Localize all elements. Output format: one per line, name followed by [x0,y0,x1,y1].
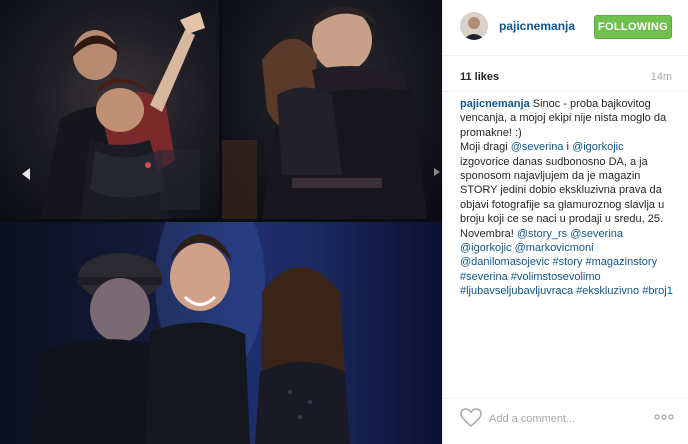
hashtag-link[interactable]: #ljubavseljubavljuvraca [460,285,573,297]
photo-pane-dancers [0,0,219,219]
prev-arrow-icon[interactable] [14,162,38,186]
post-time: 14m [650,71,672,83]
mention-link[interactable]: @severina [511,141,564,153]
post-photo[interactable] [0,0,442,444]
likes-row: 11 likes 14m [443,60,688,92]
hashtag-link[interactable]: #story [553,256,583,268]
photo-pane-group [0,222,442,444]
hashtag-link[interactable]: #volimstosevolimo [511,271,601,283]
mention-link[interactable]: @igorkojic [572,141,624,153]
mention-link[interactable]: @story_rs [517,228,567,240]
more-options-icon[interactable] [654,407,674,427]
username-link[interactable]: pajicnemanja [499,19,575,33]
mention-link[interactable]: @markovicmoni [515,242,594,254]
caption-text: i [563,141,573,154]
following-button[interactable]: FOLLOWING [594,15,672,39]
hashtag-link[interactable]: #severina [460,271,508,283]
caption-username-link[interactable]: pajicnemanja [460,98,530,110]
comment-bar [443,398,688,444]
hashtag-link[interactable]: #ekskluzivno [576,285,639,297]
instagram-post-modal: pajicnemanja FOLLOWING 11 likes 14m paji… [0,0,688,444]
heart-outline-icon[interactable] [460,408,482,428]
post-sidebar: pajicnemanja FOLLOWING 11 likes 14m paji… [442,0,688,444]
avatar[interactable] [460,12,488,40]
mention-link[interactable]: @igorkojic [460,242,512,254]
next-arrow-icon[interactable] [432,160,442,184]
mention-link[interactable]: @severina [570,228,623,240]
hashtag-link[interactable]: #magazinstory [586,256,658,268]
hashtag-link[interactable]: #broj1 [642,285,673,297]
mention-link[interactable]: @danilomasojevic [460,256,549,268]
photo-pane-hug [222,0,442,219]
likes-count[interactable]: 11 likes [460,71,499,83]
post-caption: pajicnemanja Sinoc - proba bajkovitog ve… [460,97,675,299]
comment-input[interactable] [487,407,641,431]
caption-text: Moji dragi [460,141,511,154]
post-header: pajicnemanja FOLLOWING [443,0,688,56]
